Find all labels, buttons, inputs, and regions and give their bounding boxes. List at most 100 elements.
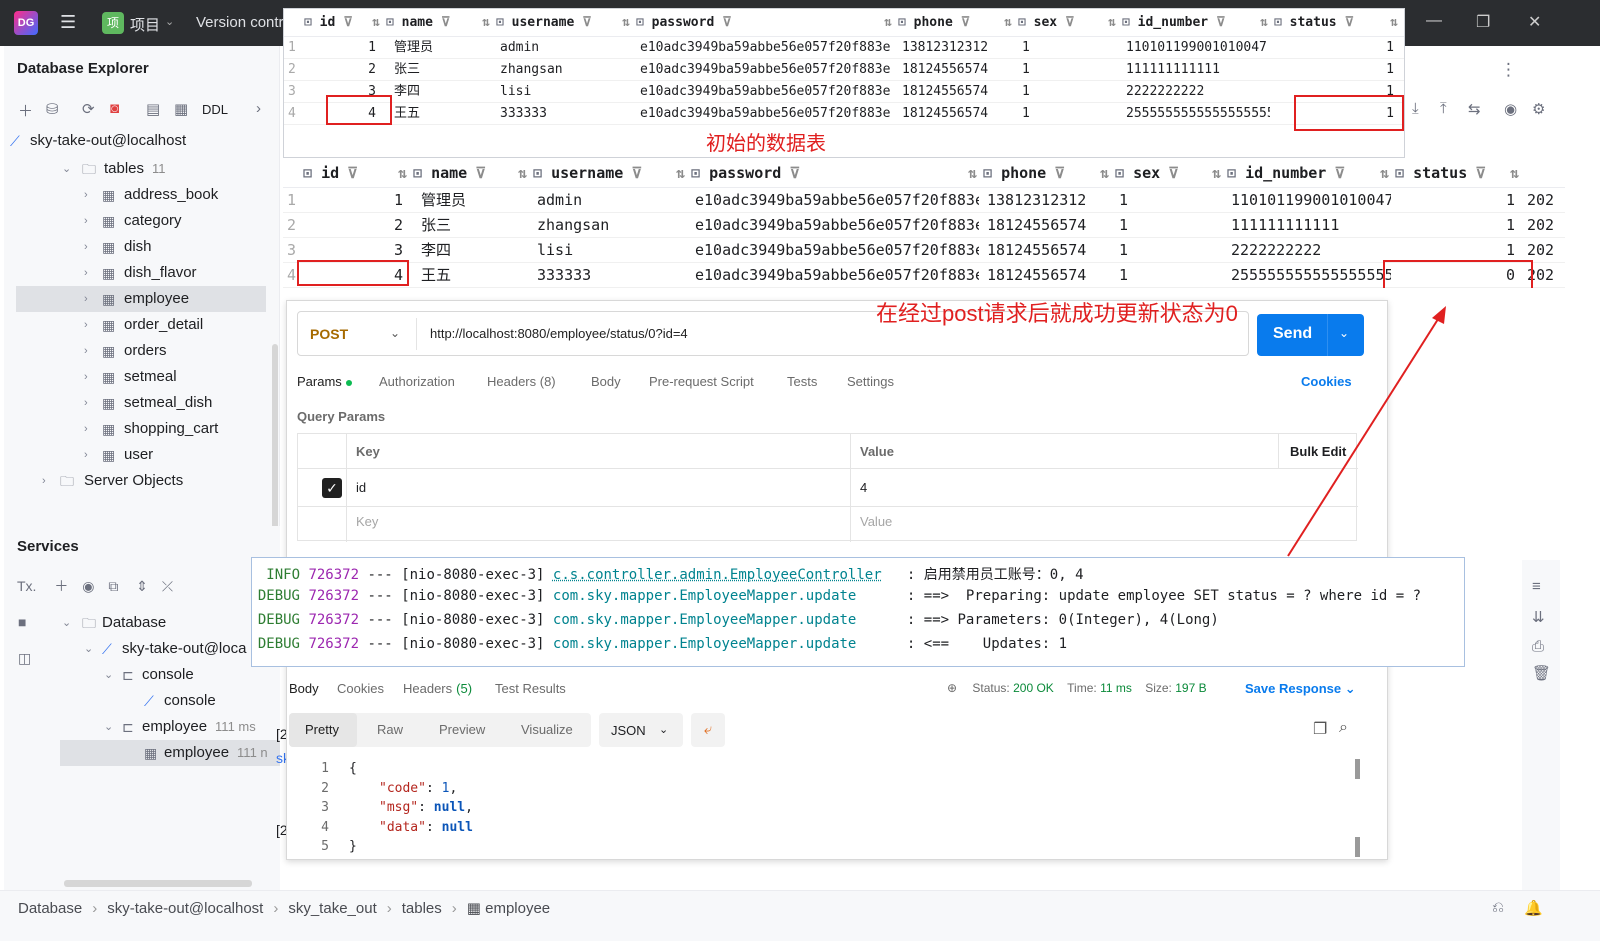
ddl-button[interactable]: DDL <box>202 102 228 117</box>
cell-id_number[interactable]: 111111111111 <box>1231 213 1391 238</box>
cell-name[interactable]: 管理员 <box>394 37 496 59</box>
cell-status[interactable]: 1 <box>1274 37 1394 59</box>
sort-icon[interactable]: ⇅ <box>1004 9 1012 37</box>
column-header-status[interactable]: ⊡ status ⊽ ⇅ <box>1274 9 1404 37</box>
collapse-icon[interactable]: ⤫ <box>162 578 173 594</box>
svc-employee-group[interactable]: ⌄ ⊏ employee 111 ms <box>4 714 280 740</box>
param-key-input[interactable]: id <box>356 480 366 495</box>
filter-icon[interactable]: ⊽ <box>722 15 732 30</box>
cell-username[interactable]: 333333 <box>537 263 687 288</box>
breadcrumb-item[interactable]: tables <box>402 900 442 917</box>
table-row[interactable]: 3 3 李四 lisi e10adc3949ba59abbe56e057f20f883e… <box>284 81 1404 103</box>
tab-headers-8[interactable]: Headers (8) <box>487 374 556 389</box>
sort-icon[interactable]: ⇅ <box>1510 158 1519 188</box>
column-header-name[interactable]: ⊡ name ⊽ ⇅ <box>413 158 533 188</box>
tab-raw[interactable]: Raw <box>377 722 403 737</box>
settings-icon[interactable]: ⚙ <box>1532 100 1545 118</box>
param-enabled-checkbox[interactable]: ✓ <box>322 478 342 498</box>
filter-icon[interactable]: ⊽ <box>1334 164 1345 182</box>
cell-username[interactable]: 333333 <box>500 103 632 125</box>
cell-password[interactable]: e10adc3949ba59abbe56e057f20f883e <box>695 238 979 263</box>
scroll-end-icon[interactable]: ⇊ <box>1532 608 1545 626</box>
print-icon[interactable]: ⎙ <box>1532 638 1544 655</box>
minimize-icon[interactable]: — <box>1426 12 1442 30</box>
chevron-right-icon[interactable]: › <box>84 442 88 468</box>
vertical-scrollbar[interactable] <box>1355 759 1360 779</box>
tree-table-orders[interactable]: › ▦ orders <box>4 338 280 364</box>
time-value[interactable]: 11 ms <box>1100 681 1132 695</box>
svc-console-group[interactable]: ⌄ ⊏ console <box>4 662 280 688</box>
response-tab-cookies[interactable]: Cookies <box>337 681 384 696</box>
tree-datasource[interactable]: ⟋ sky-take-out@localhost <box>4 128 280 154</box>
log-class[interactable]: com.sky.mapper.EmployeeMapper.update <box>553 588 907 604</box>
tab-pre-request-script[interactable]: Pre-request Script <box>649 374 754 389</box>
log-class[interactable]: com.sky.mapper.EmployeeMapper.update <box>553 636 907 652</box>
column-header-phone[interactable]: ⊡ phone ⊽ ⇅ <box>983 158 1115 188</box>
close-icon[interactable]: ✕ <box>1528 12 1541 32</box>
cell-password[interactable]: e10adc3949ba59abbe56e057f20f883e <box>640 37 894 59</box>
cell-phone[interactable]: 18124556574 <box>987 238 1111 263</box>
cell-sex[interactable]: 1 <box>1119 213 1223 238</box>
cell-status[interactable]: 1 <box>1274 59 1394 81</box>
sort-icon[interactable]: ⇅ <box>1108 9 1116 37</box>
project-badge[interactable]: 项 <box>102 12 124 34</box>
tab-tests[interactable]: Tests <box>787 374 817 389</box>
column-header-id_number[interactable]: ⊡ id_number ⊽ ⇅ <box>1227 158 1395 188</box>
table-row[interactable]: 2 2 张三 zhangsan e10adc3949ba59abbe56e057f20f… <box>284 59 1404 81</box>
cell-name[interactable]: 王五 <box>421 263 533 288</box>
svc-employee-item[interactable]: ▦ employee 111 n <box>60 740 280 766</box>
sort-icon[interactable]: ⇅ <box>622 9 630 37</box>
stop-icon[interactable]: ◙ <box>110 100 119 117</box>
tree-server-objects[interactable]: › 🗀 Server Objects <box>4 468 280 494</box>
cell-status[interactable]: 1 <box>1395 213 1515 238</box>
cell-name[interactable]: 李四 <box>421 238 533 263</box>
cell-phone[interactable]: 13812312312 <box>902 37 1014 59</box>
svc-datasource[interactable]: ⌄ ⟋ sky-take-out@loca <box>4 636 280 662</box>
filter-icon[interactable]: ⊽ <box>343 15 353 30</box>
response-tab-test-results[interactable]: Test Results <box>495 681 566 696</box>
column-header-password[interactable]: ⊡ password ⊽ ⇅ <box>636 9 898 37</box>
eye-icon[interactable]: ◉ <box>82 578 94 594</box>
cell-password[interactable]: e10adc3949ba59abbe56e057f20f883e <box>640 59 894 81</box>
chevron-down-icon[interactable]: ⌄ <box>390 326 400 340</box>
column-header-id_number[interactable]: ⊡ id_number ⊽ ⇅ <box>1122 9 1274 37</box>
cell-name[interactable]: 李四 <box>394 81 496 103</box>
cell-username[interactable]: zhangsan <box>500 59 632 81</box>
chevron-right-icon[interactable]: › <box>84 364 88 390</box>
param-value-input[interactable]: 4 <box>860 480 867 495</box>
cell-name[interactable]: 王五 <box>394 103 496 125</box>
column-header-username[interactable]: ⊡ username ⊽ ⇅ <box>533 158 691 188</box>
response-tab-headers[interactable]: Headers (5) <box>403 681 472 696</box>
table-row[interactable]: 3 3 李四 lisi e10adc3949ba59abbe56e057f20f883e… <box>283 238 1565 263</box>
chevron-right-icon[interactable]: › <box>42 468 46 494</box>
project-selector[interactable]: 项目 <box>130 14 160 35</box>
tree-table-setmeal[interactable]: › ▦ setmeal <box>4 364 280 390</box>
cell-password[interactable]: e10adc3949ba59abbe56e057f20f883e <box>640 81 894 103</box>
send-button[interactable]: Send ⌄ <box>1257 314 1364 356</box>
restore-icon[interactable]: ❐ <box>1476 12 1490 32</box>
cell-status[interactable]: 1 <box>1395 188 1515 213</box>
sort-icon[interactable]: ⇅ <box>1260 9 1268 37</box>
sort-icon[interactable]: ⇅ <box>398 158 407 188</box>
cell-id[interactable]: 2 <box>303 213 403 238</box>
status-value[interactable]: 200 OK <box>1013 681 1054 695</box>
filter-icon[interactable]: ⊽ <box>1475 164 1486 182</box>
cell-id[interactable]: 2 <box>304 59 376 81</box>
cell-phone[interactable]: 18124556574 <box>902 59 1014 81</box>
table-row[interactable]: 2 2 张三 zhangsan e10adc3949ba59abbe56e057f20f… <box>283 213 1565 238</box>
tree-table-dish_flavor[interactable]: › ▦ dish_flavor <box>4 260 280 286</box>
cell-id_number[interactable]: 110101199001010047 <box>1126 37 1270 59</box>
horizontal-scrollbar[interactable] <box>64 880 252 887</box>
wrap-lines-icon[interactable]: ⤶ <box>691 713 725 747</box>
table-view-icon[interactable]: ▦ <box>174 100 188 118</box>
bulk-edit-button[interactable]: Bulk Edit <box>1290 444 1346 459</box>
refresh-icon[interactable]: ⟳ <box>82 100 95 118</box>
tree-table-address_book[interactable]: › ▦ address_book <box>4 182 280 208</box>
chevron-down-icon[interactable]: ⌄ <box>1339 326 1349 340</box>
breadcrumb-item[interactable]: Database <box>18 900 82 917</box>
tab-visualize[interactable]: Visualize <box>521 722 573 737</box>
cell-id_number[interactable]: 2555555555555555555 <box>1126 103 1270 125</box>
notifications-icon[interactable]: 🔔 <box>1524 899 1543 917</box>
filter-icon[interactable]: ⊽ <box>789 164 800 182</box>
compare-icon[interactable]: ⇆ <box>1468 100 1481 118</box>
